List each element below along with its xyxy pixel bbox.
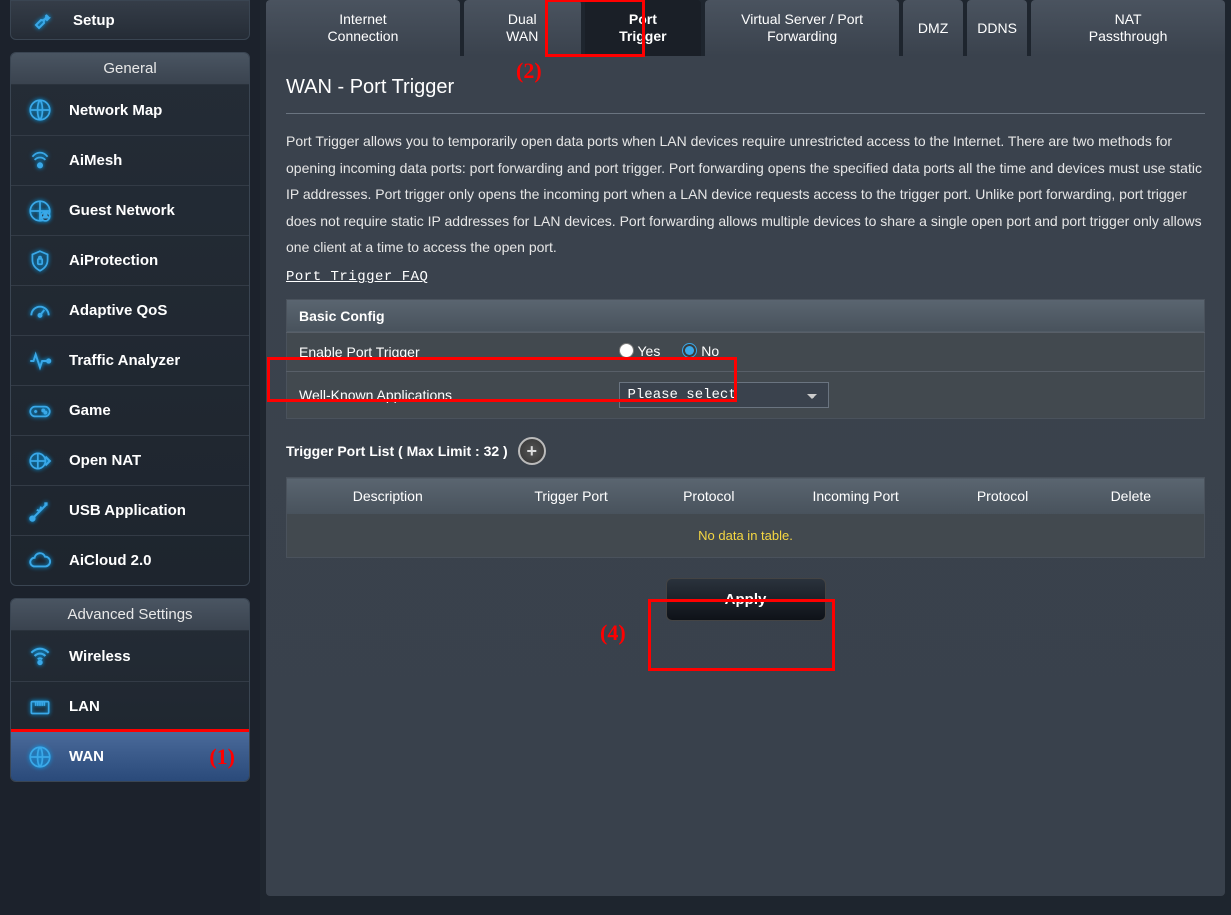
tab-nat-passthrough[interactable]: NATPassthrough — [1031, 0, 1225, 56]
radio-yes-wrap[interactable]: Yes — [619, 343, 661, 359]
sidebar-item-guest-network[interactable]: Guest Network — [11, 185, 249, 235]
globe-icon — [25, 95, 55, 125]
radio-yes[interactable] — [619, 343, 634, 358]
basic-config-table: Basic Config Enable Port Trigger Yes No … — [286, 299, 1205, 420]
sidebar-top-partial: Setup — [10, 0, 250, 40]
radio-no-label: No — [701, 343, 719, 359]
sidebar-item-open-nat[interactable]: Open NAT — [11, 435, 249, 485]
content-area: WAN - Port Trigger Port Trigger allows y… — [266, 56, 1225, 896]
gauge-icon — [25, 296, 55, 326]
tab-dmz[interactable]: DMZ — [903, 0, 963, 56]
radio-no[interactable] — [682, 343, 697, 358]
col-incoming-port: Incoming Port — [764, 478, 948, 515]
sidebar-advanced-header: Advanced Settings — [11, 599, 249, 631]
tab-port-trigger[interactable]: PortTrigger — [585, 0, 702, 56]
sidebar-item-usb-application[interactable]: USB Application — [11, 485, 249, 535]
wrench-icon — [29, 5, 59, 35]
sidebar-item-aicloud-2-0[interactable]: AiCloud 2.0 — [11, 535, 249, 585]
main-panel: InternetConnectionDualWANPortTriggerVirt… — [260, 0, 1231, 915]
tab-internet-connection[interactable]: InternetConnection — [266, 0, 460, 56]
sidebar-item-label: USB Application — [69, 502, 186, 519]
sidebar-item-setup[interactable]: Setup — [11, 1, 249, 39]
radio-yes-label: Yes — [638, 343, 661, 359]
page-title: WAN - Port Trigger — [286, 76, 1205, 114]
sidebar-item-label: Wireless — [69, 648, 131, 665]
row-enable-port-trigger: Enable Port Trigger Yes No — [287, 332, 1205, 372]
apply-button[interactable]: Apply — [666, 578, 826, 621]
mesh-icon — [25, 146, 55, 176]
sidebar-item-label: WAN — [69, 748, 104, 765]
gamepad-icon — [25, 396, 55, 426]
radio-no-wrap[interactable]: No — [682, 343, 719, 359]
page-description: Port Trigger allows you to temporarily o… — [286, 128, 1205, 261]
sidebar-item-label: Adaptive QoS — [69, 302, 167, 319]
col-description: Description — [287, 478, 489, 515]
tab-bar: InternetConnectionDualWANPortTriggerVirt… — [260, 0, 1231, 56]
guest-icon — [25, 196, 55, 226]
add-button[interactable]: + — [518, 437, 546, 465]
apps-label: Well-Known Applications — [287, 372, 607, 419]
trigger-list-header: Trigger Port List ( Max Limit : 32 ) + — [286, 437, 1205, 465]
nat-icon — [25, 446, 55, 476]
sidebar-general: General Network Map AiMesh Guest Network Ai… — [10, 52, 250, 586]
pulse-icon — [25, 346, 55, 376]
apps-select[interactable]: Please select — [619, 382, 829, 408]
sidebar-item-label: AiCloud 2.0 — [69, 552, 152, 569]
sidebar-advanced: Advanced Settings Wireless LAN WAN (1) — [10, 598, 250, 782]
basic-config-header: Basic Config — [287, 299, 1205, 332]
sidebar-item-lan[interactable]: LAN — [11, 681, 249, 731]
sidebar-item-label: AiMesh — [69, 152, 122, 169]
col-delete: Delete — [1058, 478, 1205, 515]
sidebar: Setup General Network Map AiMesh Guest Net… — [0, 0, 260, 915]
sidebar-item-label: Guest Network — [69, 202, 175, 219]
shield-icon — [25, 246, 55, 276]
trigger-list-title: Trigger Port List ( Max Limit : 32 ) — [286, 443, 508, 459]
sidebar-item-label: Setup — [73, 12, 115, 29]
sidebar-item-label: Traffic Analyzer — [69, 352, 180, 369]
row-known-apps: Well-Known Applications Please select — [287, 372, 1205, 419]
enable-label: Enable Port Trigger — [287, 332, 607, 372]
col-protocol-2: Protocol — [947, 478, 1057, 515]
tab-dual-wan[interactable]: DualWAN — [464, 0, 581, 56]
table-empty-msg: No data in table. — [287, 514, 1205, 558]
globe-icon — [25, 742, 55, 772]
sidebar-item-label: LAN — [69, 698, 100, 715]
sidebar-item-label: AiProtection — [69, 252, 158, 269]
sidebar-item-aimesh[interactable]: AiMesh — [11, 135, 249, 185]
annotation-1: (1) — [209, 744, 235, 770]
sidebar-item-label: Open NAT — [69, 452, 141, 469]
sidebar-item-traffic-analyzer[interactable]: Traffic Analyzer — [11, 335, 249, 385]
col-protocol-1: Protocol — [654, 478, 764, 515]
lan-icon — [25, 692, 55, 722]
tab-ddns[interactable]: DDNS — [967, 0, 1027, 56]
port-table: Description Trigger Port Protocol Incomi… — [286, 477, 1205, 558]
sidebar-item-aiprotection[interactable]: AiProtection — [11, 235, 249, 285]
sidebar-item-wireless[interactable]: Wireless — [11, 631, 249, 681]
cloud-icon — [25, 546, 55, 576]
tab-virtual-server-port-forwarding[interactable]: Virtual Server / PortForwarding — [705, 0, 899, 56]
sidebar-item-label: Game — [69, 402, 111, 419]
wifi-icon — [25, 641, 55, 671]
usb-icon — [25, 496, 55, 526]
sidebar-item-adaptive-qos[interactable]: Adaptive QoS — [11, 285, 249, 335]
plus-icon: + — [526, 441, 537, 462]
sidebar-item-network-map[interactable]: Network Map — [11, 85, 249, 135]
sidebar-item-game[interactable]: Game — [11, 385, 249, 435]
sidebar-item-label: Network Map — [69, 102, 162, 119]
faq-link[interactable]: Port Trigger FAQ — [286, 269, 428, 285]
sidebar-general-header: General — [11, 53, 249, 85]
col-trigger-port: Trigger Port — [488, 478, 653, 515]
sidebar-item-wan[interactable]: WAN (1) — [11, 731, 249, 781]
